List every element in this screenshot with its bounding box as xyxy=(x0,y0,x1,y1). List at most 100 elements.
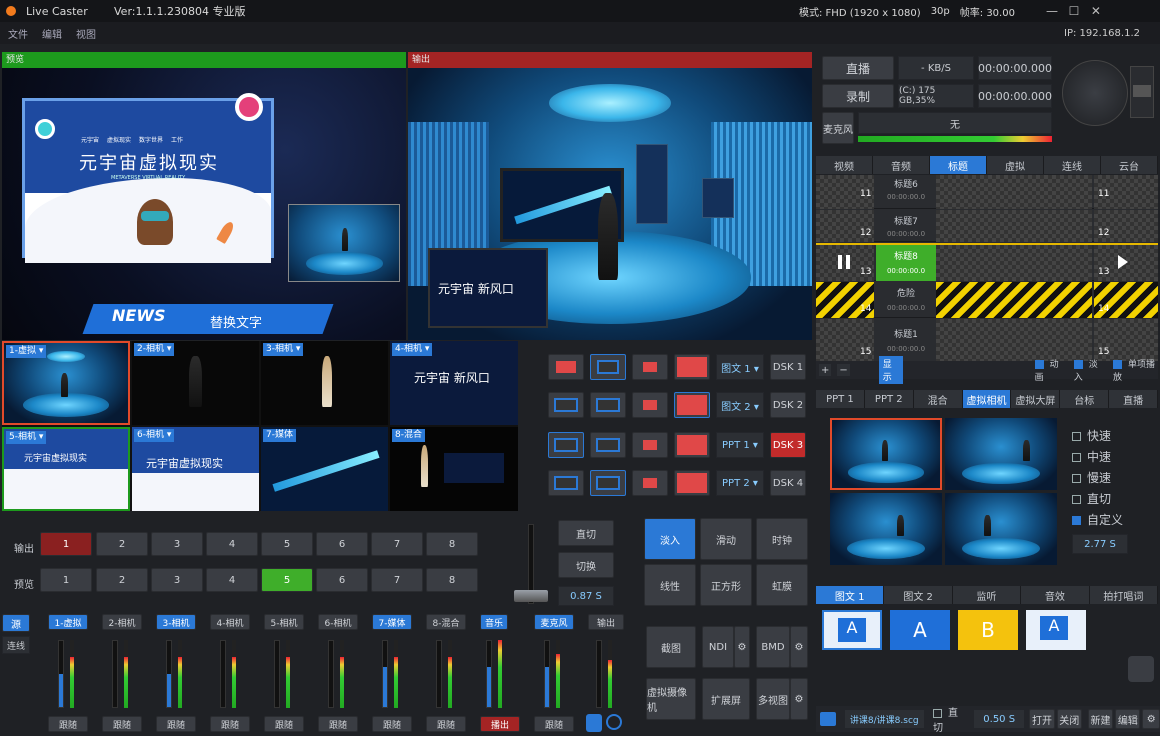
channel-fader[interactable] xyxy=(544,640,550,708)
dsk-layout[interactable] xyxy=(632,392,668,418)
play-icon[interactable] xyxy=(1118,255,1128,269)
tab-monitor[interactable]: 监听 xyxy=(953,586,1022,604)
menu-edit[interactable]: 编辑 xyxy=(42,26,62,41)
anim-checkbox[interactable]: 动画 xyxy=(1034,357,1064,383)
channel-fader[interactable] xyxy=(382,640,388,708)
channel-fader[interactable] xyxy=(166,640,172,708)
footer-cut-checkbox[interactable]: 直切 xyxy=(933,704,967,734)
program-1-button[interactable]: 1 xyxy=(40,532,92,556)
preview-4-button[interactable]: 4 xyxy=(206,568,258,592)
mixer-link-tab[interactable]: 连线 xyxy=(2,636,30,654)
source-7[interactable]: 7-媒体 xyxy=(261,427,388,511)
gallery-item[interactable]: A xyxy=(822,610,882,650)
follow-button[interactable]: 跟随 xyxy=(102,716,142,732)
source-4[interactable]: 元宇宙 新风口 4-相机 ▾ xyxy=(390,341,518,425)
dsk-4-button[interactable]: DSK 4 xyxy=(770,470,806,496)
tab-audio[interactable]: 音频 xyxy=(873,156,930,174)
preview-6-button[interactable]: 6 xyxy=(316,568,368,592)
transition-iris[interactable]: 虹膜 xyxy=(756,564,808,606)
program-3-button[interactable]: 3 xyxy=(151,532,203,556)
source-label[interactable]: 4-相机 ▾ xyxy=(392,343,433,356)
dsk-1-button[interactable]: DSK 1 xyxy=(770,354,806,380)
headphone-icon[interactable] xyxy=(586,714,602,732)
tab-graphic1[interactable]: 图文 1 xyxy=(816,586,885,604)
channel-fader[interactable] xyxy=(486,640,492,708)
preview-8-button[interactable]: 8 xyxy=(426,568,478,592)
program-5-button[interactable]: 5 xyxy=(261,532,313,556)
channel-fader[interactable] xyxy=(328,640,334,708)
transition-clock[interactable]: 时钟 xyxy=(756,518,808,560)
ndi-button[interactable]: NDI xyxy=(702,626,734,668)
dsk-layout[interactable] xyxy=(590,354,626,380)
source-label[interactable]: 6-相机 ▾ xyxy=(134,429,175,442)
channel-label[interactable]: 音乐 xyxy=(480,614,508,630)
title-row[interactable]: 14 危险 00:00:00.0 14 xyxy=(816,282,1158,318)
tab-lyrics[interactable]: 拍打唱词 xyxy=(1090,586,1159,604)
title-row-active[interactable]: 13 标题8 00:00:00.0 13 xyxy=(816,243,1158,281)
tab-virtual-camera[interactable]: 虚拟相机 xyxy=(962,390,1012,408)
add-title-button[interactable]: + xyxy=(818,363,833,377)
channel-label[interactable]: 5-相机 xyxy=(264,614,304,630)
live-button[interactable]: 直播 xyxy=(822,56,894,80)
speed-medium[interactable]: 中速 xyxy=(1072,447,1123,468)
volume-knob[interactable] xyxy=(1062,60,1128,126)
mixer-source-tab[interactable]: 源 xyxy=(2,614,30,632)
transition-slide[interactable]: 滑动 xyxy=(700,518,752,560)
dsk-layout[interactable] xyxy=(632,432,668,458)
dsk-layout[interactable] xyxy=(590,470,626,496)
gallery-item[interactable]: A xyxy=(1026,610,1086,650)
dsk-layout[interactable] xyxy=(674,392,710,418)
source-label[interactable]: 7-媒体 xyxy=(263,429,296,442)
dsk-layout[interactable] xyxy=(590,392,626,418)
program-8-button[interactable]: 8 xyxy=(426,532,478,556)
camera-thumb[interactable] xyxy=(945,493,1057,565)
program-6-button[interactable]: 6 xyxy=(316,532,368,556)
transition-duration[interactable]: 0.87 S xyxy=(558,586,614,606)
channel-fader[interactable] xyxy=(112,640,118,708)
dsk-layout[interactable] xyxy=(548,392,584,418)
follow-button[interactable]: 跟随 xyxy=(156,716,196,732)
channel-label[interactable]: 8-混合 xyxy=(426,614,466,630)
transition-fade[interactable]: 淡入 xyxy=(644,518,696,560)
source-1[interactable]: 1-虚拟 ▾ xyxy=(2,341,130,425)
channel-label[interactable]: 4-相机 xyxy=(210,614,250,630)
speed-cut[interactable]: 直切 xyxy=(1072,489,1123,510)
preview-7-button[interactable]: 7 xyxy=(371,568,423,592)
channel-label[interactable]: 6-相机 xyxy=(318,614,358,630)
camera-thumb[interactable] xyxy=(830,418,942,490)
gear-icon[interactable]: ⚙ xyxy=(1142,709,1160,729)
screenshot-button[interactable]: 截图 xyxy=(646,626,696,668)
camera-thumb[interactable] xyxy=(945,418,1057,490)
source-label[interactable]: 5-相机 ▾ xyxy=(6,431,47,444)
footer-duration[interactable]: 0.50 S xyxy=(972,709,1026,729)
monitor-dial-icon[interactable] xyxy=(606,714,622,730)
channel-fader[interactable] xyxy=(596,640,602,708)
close-scene-button[interactable]: 关闭 xyxy=(1056,709,1082,729)
dsk-layout[interactable] xyxy=(632,470,668,496)
follow-button[interactable]: 跟随 xyxy=(48,716,88,732)
speed-slow[interactable]: 慢速 xyxy=(1072,468,1123,489)
source-label[interactable]: 8-混合 xyxy=(392,429,425,442)
close-button[interactable]: ✕ xyxy=(1085,4,1107,18)
bmd-gear-icon[interactable]: ⚙ xyxy=(790,626,808,668)
tab-live[interactable]: 直播 xyxy=(1109,390,1159,408)
multiview-gear-icon[interactable]: ⚙ xyxy=(790,678,808,720)
channel-label[interactable]: 输出 xyxy=(588,614,624,630)
fade-checkbox[interactable]: 淡入 xyxy=(1073,357,1103,383)
title-row[interactable]: 12 标题7 00:00:00.0 12 xyxy=(816,210,1158,242)
edit-button[interactable]: 编辑 xyxy=(1115,709,1141,729)
tab-virtual[interactable]: 虚拟 xyxy=(987,156,1044,174)
channel-label[interactable]: 3-相机 xyxy=(156,614,196,630)
tab-ppt1[interactable]: PPT 1 xyxy=(816,390,865,408)
transition-square[interactable]: 正方形 xyxy=(700,564,752,606)
source-8[interactable]: 8-混合 xyxy=(390,427,518,511)
title-row[interactable]: 15 标题1 00:00:00.0 15 xyxy=(816,319,1158,361)
dsk-layout[interactable] xyxy=(548,470,584,496)
scene-file-select[interactable]: 讲课8/讲课8.scg xyxy=(843,709,926,729)
source-3[interactable]: 3-相机 ▾ xyxy=(261,341,388,425)
channel-fader[interactable] xyxy=(436,640,442,708)
mic-button[interactable]: 麦克风 xyxy=(822,112,854,144)
show-title-button[interactable]: 显示 xyxy=(878,356,903,384)
camera-thumb[interactable] xyxy=(830,493,942,565)
open-button[interactable]: 打开 xyxy=(1029,709,1055,729)
